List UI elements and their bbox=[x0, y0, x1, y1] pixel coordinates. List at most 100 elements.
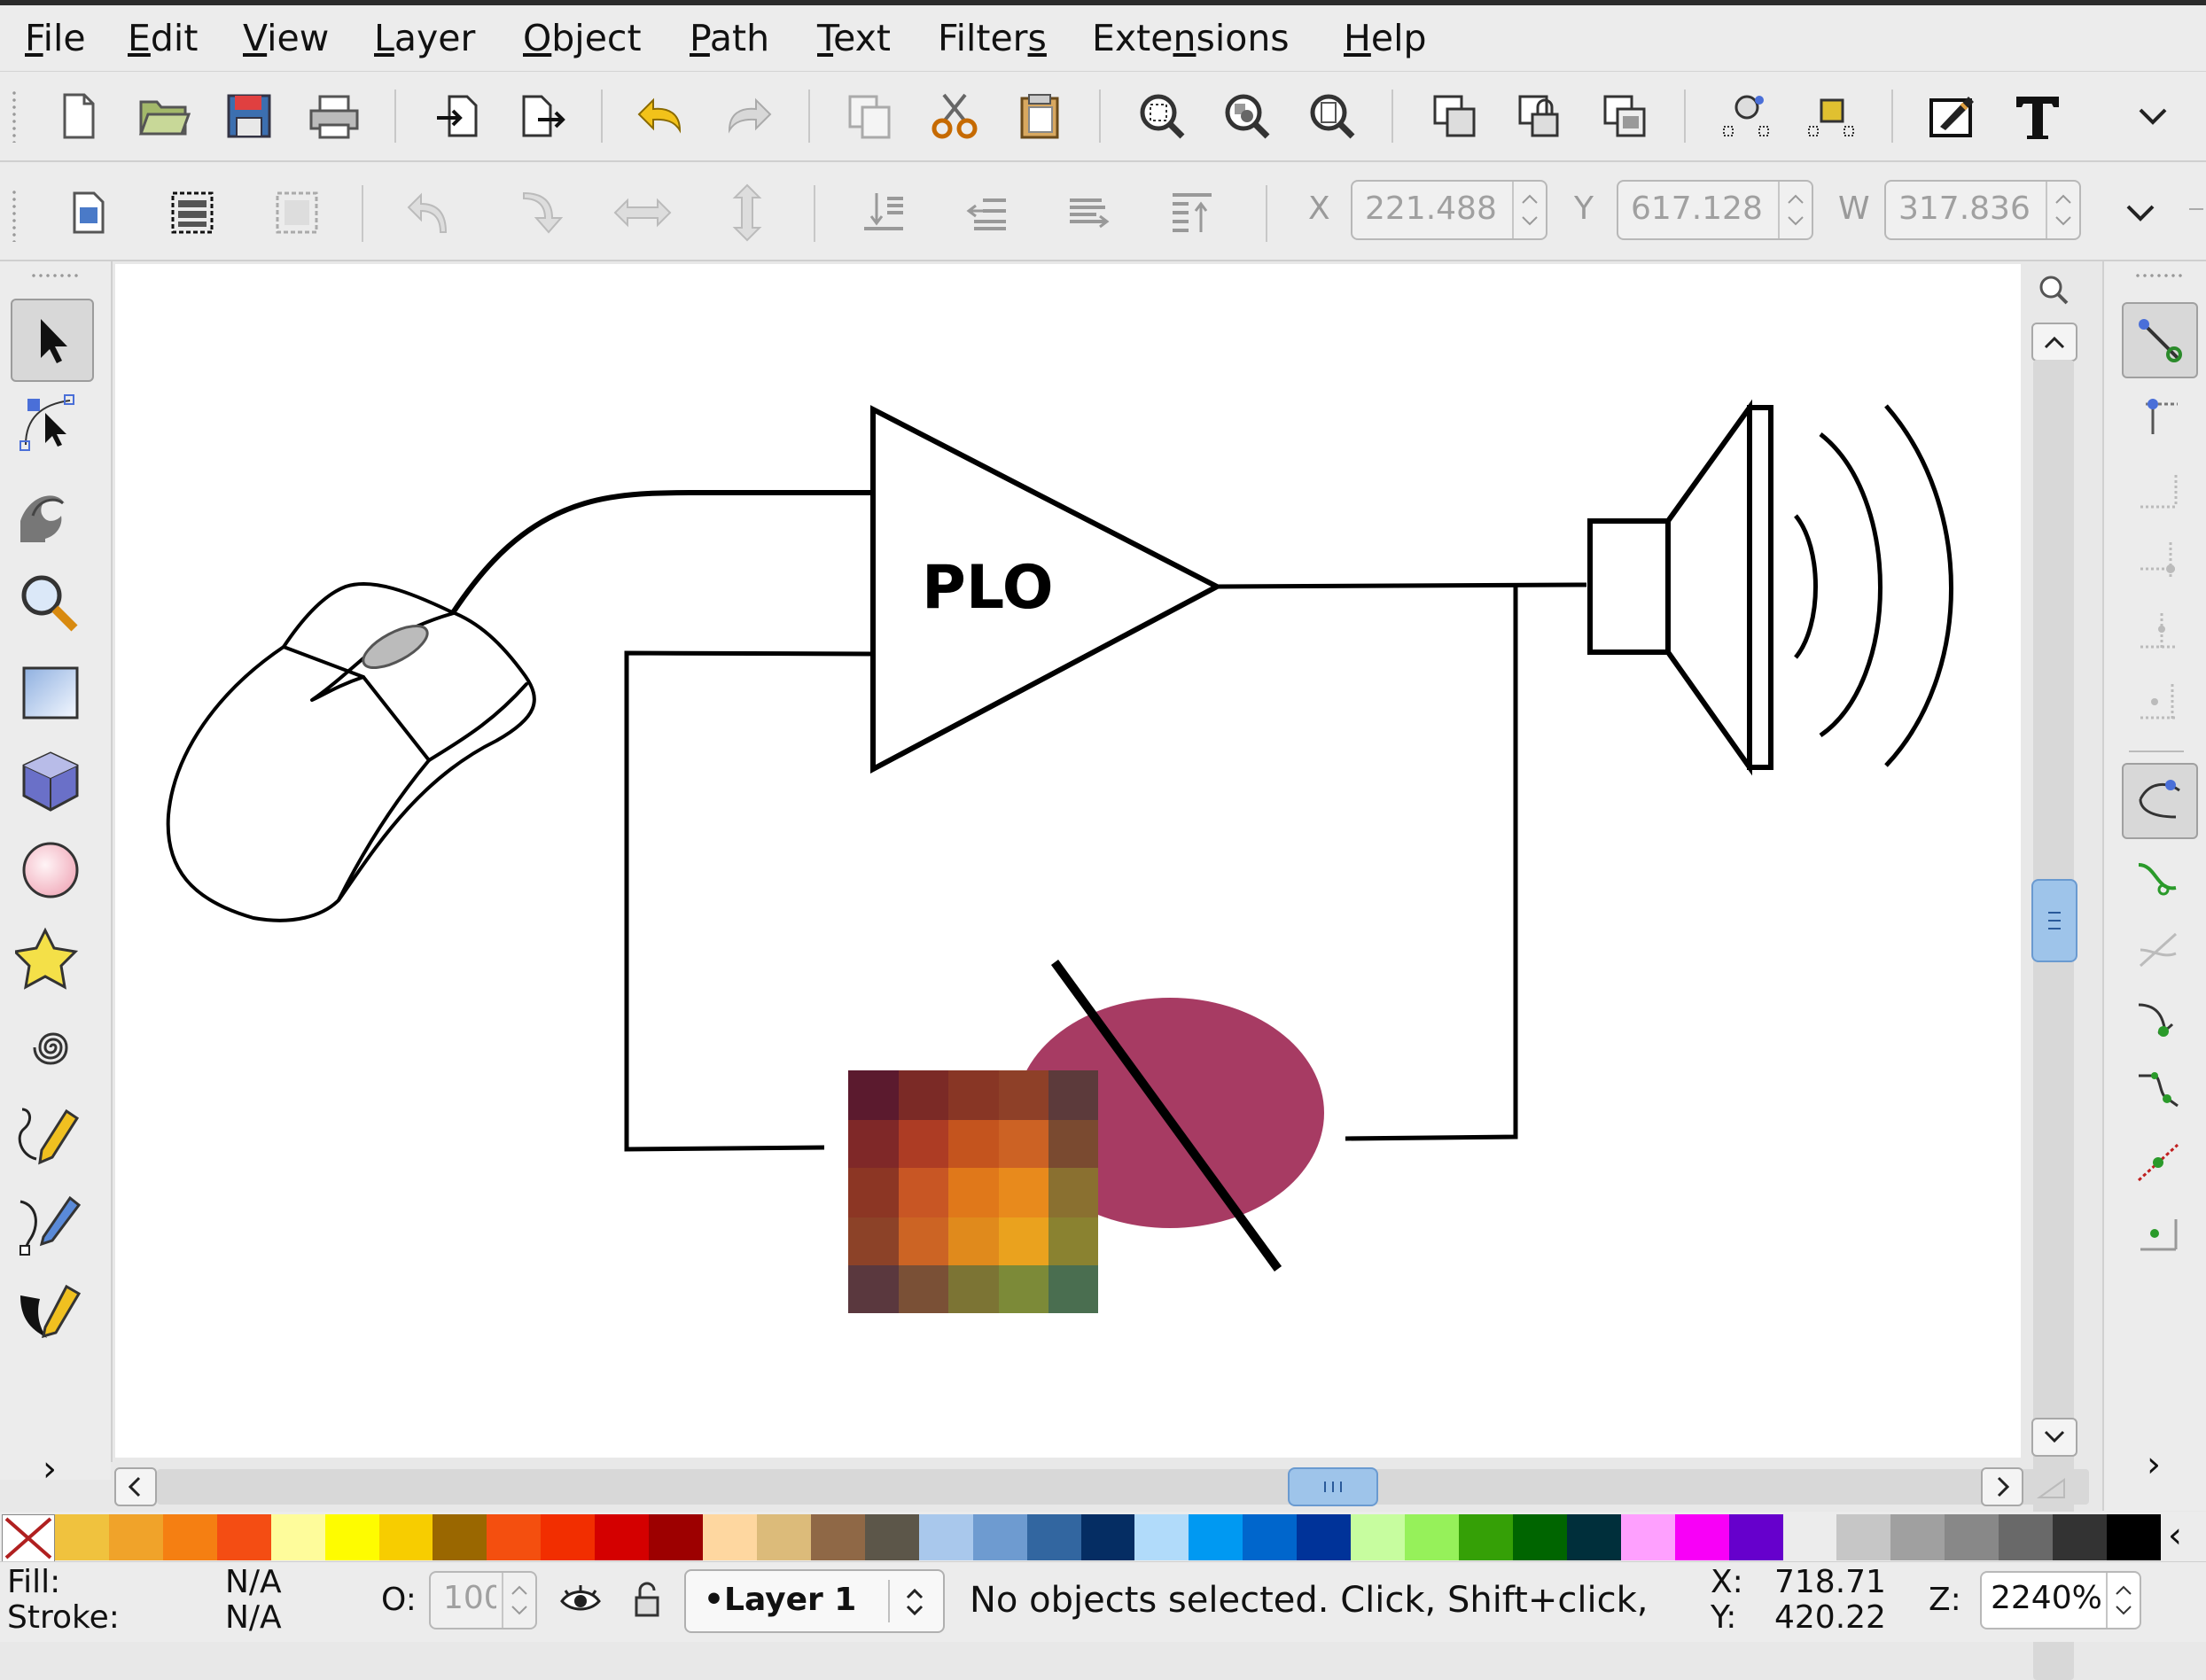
color-swatch[interactable] bbox=[1728, 1514, 1783, 1560]
snap-nodes-icon[interactable] bbox=[2122, 763, 2198, 839]
node-editor-icon[interactable] bbox=[1716, 85, 1778, 147]
color-swatch[interactable] bbox=[918, 1514, 973, 1560]
sound-wave-small[interactable] bbox=[1794, 514, 1818, 659]
no-paint-swatch[interactable] bbox=[2, 1514, 55, 1562]
rotate-ccw-icon[interactable] bbox=[401, 182, 463, 244]
rectangle-tool-icon[interactable] bbox=[11, 653, 90, 733]
color-swatch[interactable] bbox=[162, 1514, 217, 1560]
snap-bbox-icon[interactable] bbox=[2122, 382, 2194, 455]
color-swatch[interactable] bbox=[541, 1514, 596, 1560]
layer-dropdown[interactable]: •Layer 1 bbox=[684, 1569, 945, 1633]
pen-tool-icon[interactable] bbox=[11, 1185, 90, 1264]
snapbar-more-chevron-icon[interactable]: › bbox=[2147, 1444, 2161, 1485]
snap-bbox-corner-icon[interactable] bbox=[2122, 524, 2194, 596]
color-swatch[interactable] bbox=[487, 1514, 542, 1560]
save-icon[interactable] bbox=[218, 85, 280, 147]
menu-object[interactable]: Object bbox=[523, 16, 642, 60]
tweak-tool-icon[interactable] bbox=[11, 476, 90, 556]
color-swatch[interactable] bbox=[1189, 1514, 1243, 1560]
import-icon[interactable] bbox=[427, 85, 489, 147]
snap-smooth-icon[interactable] bbox=[2122, 1055, 2194, 1128]
color-manage-icon[interactable] bbox=[2034, 1471, 2070, 1506]
text-tool-icon[interactable] bbox=[2007, 85, 2069, 147]
color-swatch[interactable] bbox=[972, 1514, 1027, 1560]
w-spin-arrows[interactable] bbox=[2046, 182, 2079, 238]
color-swatch[interactable] bbox=[1459, 1514, 1513, 1560]
flip-vertical-icon[interactable] bbox=[716, 182, 778, 244]
print-icon[interactable] bbox=[303, 85, 365, 147]
scroll-down-button[interactable] bbox=[2031, 1418, 2077, 1457]
raise-icon[interactable] bbox=[1058, 182, 1120, 244]
color-swatch[interactable] bbox=[1134, 1514, 1189, 1560]
layer-lock-icon[interactable] bbox=[629, 1578, 665, 1624]
duplicate-icon[interactable] bbox=[838, 85, 900, 147]
y-spin-arrows[interactable] bbox=[1778, 182, 1812, 238]
zoom-drawing-icon[interactable] bbox=[1216, 85, 1278, 147]
snap-object-center-icon[interactable] bbox=[2122, 1197, 2194, 1270]
color-swatch[interactable] bbox=[810, 1514, 865, 1560]
stroke-value[interactable]: N/A bbox=[225, 1599, 282, 1636]
selector-arrow-icon[interactable] bbox=[11, 299, 94, 382]
color-swatch[interactable] bbox=[270, 1514, 325, 1560]
w-spinbox[interactable]: 317.836 bbox=[1884, 180, 2081, 240]
cut-icon[interactable] bbox=[924, 85, 986, 147]
snap-bbox-edge-icon[interactable] bbox=[2122, 453, 2194, 525]
menu-file[interactable]: File bbox=[25, 16, 86, 60]
color-swatch[interactable] bbox=[757, 1514, 811, 1560]
color-swatch[interactable] bbox=[1674, 1514, 1729, 1560]
menu-help[interactable]: Help bbox=[1344, 16, 1427, 60]
vertical-scrollbar[interactable] bbox=[2024, 264, 2085, 1680]
color-swatch[interactable] bbox=[55, 1514, 109, 1560]
pencil-tool-icon[interactable] bbox=[11, 1096, 90, 1176]
snap-cusp-icon[interactable] bbox=[2122, 984, 2194, 1057]
drawing-svg[interactable]: PLO bbox=[115, 264, 2021, 1458]
scroll-left-button[interactable] bbox=[114, 1467, 157, 1506]
zoom-spinbox[interactable]: 2240% bbox=[1980, 1571, 2141, 1629]
ungroup-icon[interactable] bbox=[1594, 85, 1656, 147]
color-swatch[interactable] bbox=[1297, 1514, 1352, 1560]
group-icon[interactable] bbox=[1423, 85, 1485, 147]
snap-path-icon[interactable] bbox=[2122, 843, 2194, 915]
opacity-spin-arrows[interactable] bbox=[502, 1573, 535, 1628]
drawing-canvas[interactable]: PLO bbox=[115, 264, 2021, 1458]
speaker-magnet[interactable] bbox=[1587, 518, 1671, 655]
y-value[interactable]: 617.128 bbox=[1631, 191, 1773, 227]
object-properties-icon[interactable] bbox=[1801, 85, 1863, 147]
color-swatch[interactable] bbox=[1566, 1514, 1621, 1560]
fill-stroke-icon[interactable] bbox=[1921, 85, 1984, 147]
color-swatch[interactable] bbox=[2107, 1514, 2162, 1560]
lock-icon[interactable] bbox=[1508, 85, 1571, 147]
color-swatch[interactable] bbox=[649, 1514, 704, 1560]
layer-dropdown-value[interactable]: •Layer 1 bbox=[704, 1582, 856, 1618]
menu-text[interactable]: Text bbox=[817, 16, 891, 60]
color-swatch[interactable] bbox=[1836, 1514, 1891, 1560]
redo-icon[interactable] bbox=[716, 85, 778, 147]
flip-horizontal-icon[interactable] bbox=[612, 182, 674, 244]
scroll-right-button[interactable] bbox=[1981, 1467, 2023, 1506]
color-swatch[interactable] bbox=[1243, 1514, 1298, 1560]
color-swatch[interactable] bbox=[1890, 1514, 1945, 1560]
speaker-cone[interactable] bbox=[1665, 399, 1752, 776]
x-value[interactable]: 221.488 bbox=[1365, 191, 1507, 227]
color-swatch[interactable] bbox=[1512, 1514, 1567, 1560]
new-document-icon[interactable] bbox=[48, 85, 110, 147]
computer-mouse-drawing[interactable] bbox=[166, 490, 873, 922]
overflow-chevron-icon[interactable] bbox=[2122, 85, 2184, 147]
sound-wave-large[interactable] bbox=[1884, 404, 1953, 767]
zoom-corner-icon[interactable] bbox=[2037, 273, 2072, 312]
lower-to-bottom-icon[interactable] bbox=[853, 182, 915, 244]
calligraphy-tool-icon[interactable] bbox=[11, 1273, 90, 1353]
menu-path[interactable]: Path bbox=[690, 16, 769, 60]
x-spin-arrows[interactable] bbox=[1512, 182, 1546, 238]
pixelated-color-grid[interactable] bbox=[848, 1070, 1098, 1313]
color-swatch[interactable] bbox=[1351, 1514, 1406, 1560]
menu-filters[interactable]: Filters bbox=[938, 16, 1047, 60]
export-icon[interactable] bbox=[511, 85, 573, 147]
x-spinbox[interactable]: 221.488 bbox=[1351, 180, 1547, 240]
opacity-value[interactable]: 100 bbox=[443, 1580, 496, 1616]
zoom-tool-icon[interactable] bbox=[11, 564, 90, 644]
color-swatch[interactable] bbox=[2053, 1514, 2108, 1560]
fill-value[interactable]: N/A bbox=[225, 1564, 282, 1600]
color-swatch[interactable] bbox=[216, 1514, 271, 1560]
zoom-selection-icon[interactable] bbox=[1131, 85, 1193, 147]
